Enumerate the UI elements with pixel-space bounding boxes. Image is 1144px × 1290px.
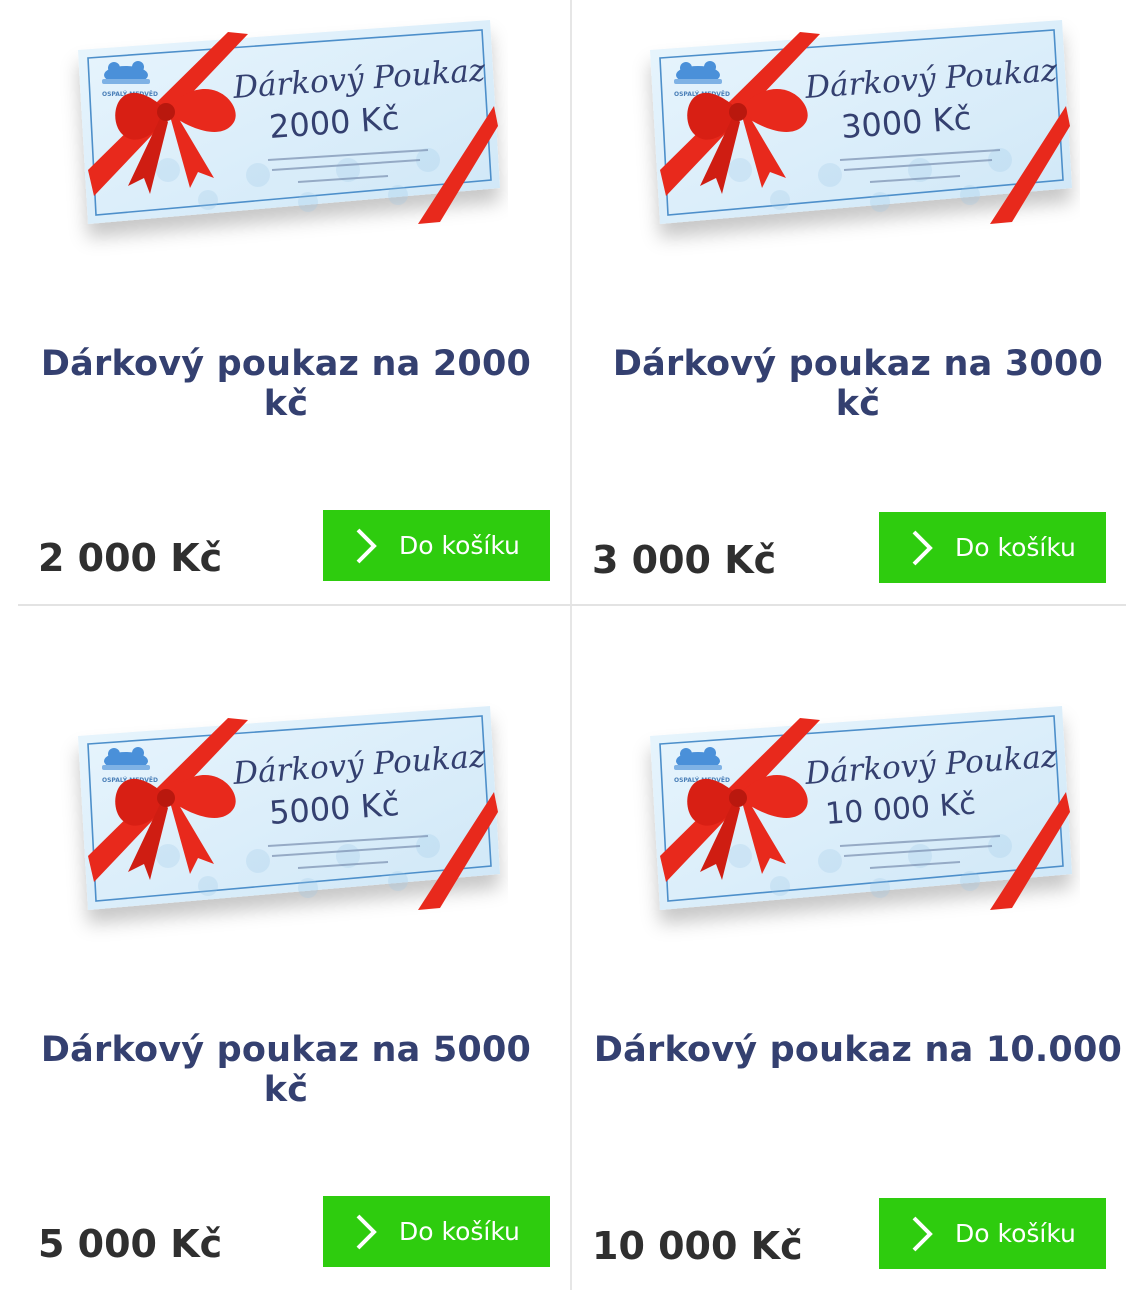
product-price: 5 000 Kč [38, 1222, 223, 1266]
chevron-right-icon [912, 1216, 933, 1251]
product-title[interactable]: Dárkový poukaz na 2000 kč [20, 344, 552, 424]
gift-voucher-image: OSPALÝ MEDVĚD Dárkový Poukaz 2000 Kč [78, 20, 500, 224]
add-to-cart-label: Do košíku [399, 1217, 520, 1246]
product-image[interactable]: OSPALÝ MEDVĚD Dárkový Poukaz 5000 Kč [58, 696, 508, 956]
add-to-cart-label: Do košíku [955, 1219, 1076, 1248]
product-card: OSPALÝ MEDVĚD Dárkový Poukaz 10 000 Kč D… [572, 686, 1124, 1290]
product-image[interactable]: OSPALÝ MEDVĚD Dárkový Poukaz 10 000 Kč [630, 696, 1080, 956]
add-to-cart-button[interactable]: Do košíku [879, 1198, 1106, 1269]
add-to-cart-button[interactable]: Do košíku [323, 1196, 550, 1267]
add-to-cart-button[interactable]: Do košíku [879, 512, 1106, 583]
row-divider [18, 604, 1126, 606]
product-image[interactable]: OSPALÝ MEDVĚD Dárkový Poukaz 3000 Kč [630, 10, 1080, 270]
product-image[interactable]: OSPALÝ MEDVĚD Dárkový Poukaz 2000 Kč [58, 10, 508, 270]
product-title[interactable]: Dárkový poukaz na 10.000 [592, 1030, 1124, 1070]
product-card: OSPALÝ MEDVĚD Dárkový Poukaz 2000 Kč Dár… [0, 0, 552, 604]
chevron-right-icon [356, 1214, 377, 1249]
product-price: 2 000 Kč [38, 536, 223, 580]
gift-voucher-image: OSPALÝ MEDVĚD Dárkový Poukaz 5000 Kč [78, 706, 500, 910]
product-price: 10 000 Kč [592, 1224, 803, 1268]
product-title[interactable]: Dárkový poukaz na 5000 kč [20, 1030, 552, 1110]
product-card: OSPALÝ MEDVĚD Dárkový Poukaz 3000 Kč Dár… [572, 0, 1124, 604]
add-to-cart-label: Do košíku [955, 533, 1076, 562]
product-card: OSPALÝ MEDVĚD Dárkový Poukaz 5000 Kč Dár… [0, 686, 552, 1290]
add-to-cart-button[interactable]: Do košíku [323, 510, 550, 581]
chevron-right-icon [356, 528, 377, 563]
gift-voucher-image: OSPALÝ MEDVĚD Dárkový Poukaz 3000 Kč [650, 20, 1072, 224]
gift-voucher-image: OSPALÝ MEDVĚD Dárkový Poukaz 10 000 Kč [650, 706, 1072, 910]
add-to-cart-label: Do košíku [399, 531, 520, 560]
product-price: 3 000 Kč [592, 538, 777, 582]
chevron-right-icon [912, 530, 933, 565]
product-title[interactable]: Dárkový poukaz na 3000 kč [592, 344, 1124, 424]
product-grid: OSPALÝ MEDVĚD Dárkový Poukaz 2000 Kč Dár… [0, 0, 1144, 1290]
